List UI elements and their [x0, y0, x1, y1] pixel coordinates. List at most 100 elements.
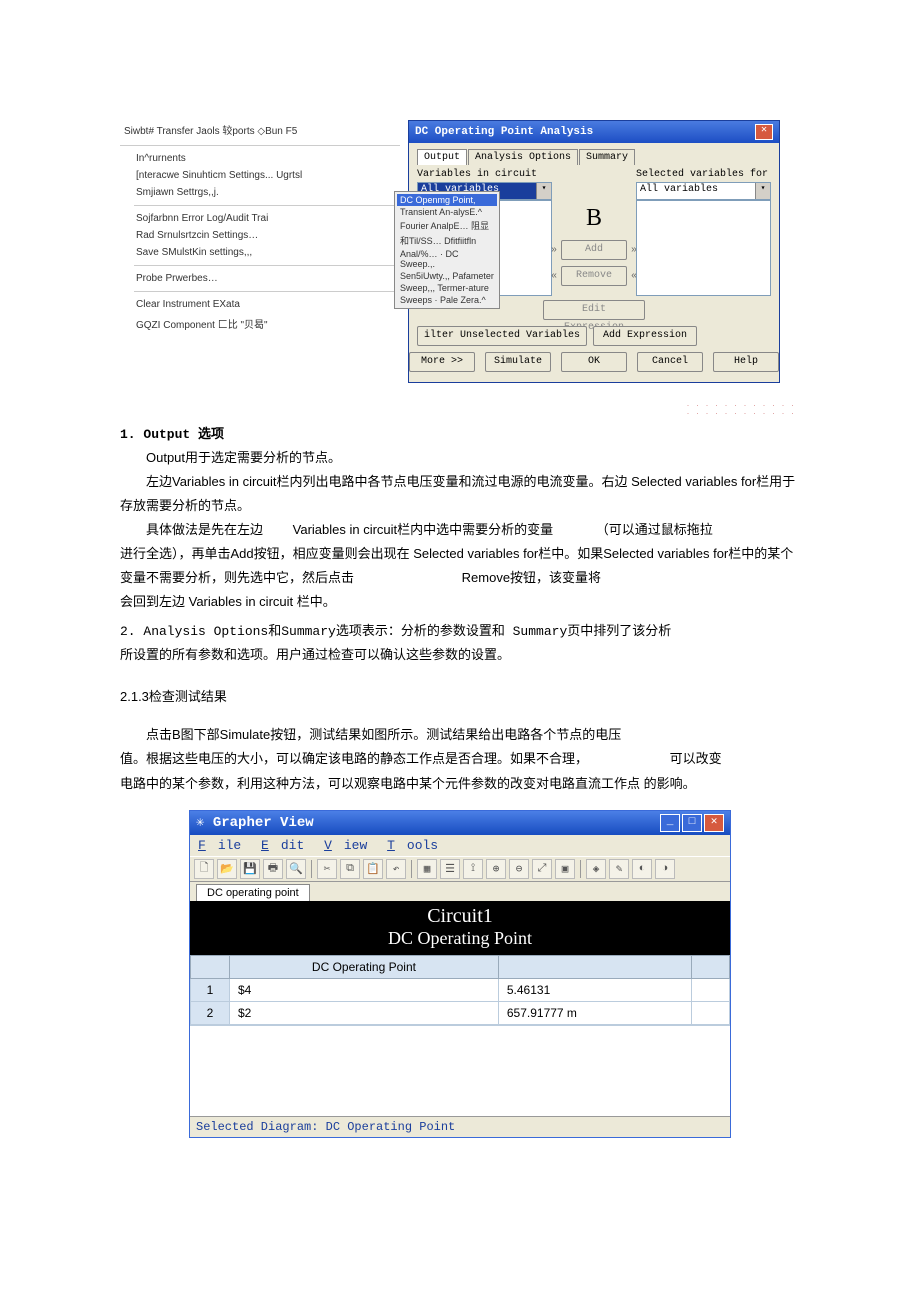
- dialog-title: DC Operating Point Analysis: [415, 126, 593, 138]
- tool-icon[interactable]: ◐: [632, 859, 652, 879]
- zoom-fit-icon[interactable]: ⤢: [532, 859, 552, 879]
- menu-view[interactable]: View: [324, 838, 367, 853]
- submenu-line: Anal/%… · DC Sweep.,.: [397, 248, 497, 270]
- paragraph: 所设置的所有参数和选项。用户通过检查可以确认这些参数的设置。: [120, 643, 800, 667]
- chevron-right-icon: »: [551, 245, 557, 256]
- close-icon[interactable]: ✕: [704, 814, 724, 832]
- col-header: [498, 955, 691, 978]
- paragraph: 左边Variables in circuit栏内列出电路中各节点电压变量和流过电…: [120, 470, 800, 518]
- menu-tools[interactable]: Tools: [387, 838, 438, 853]
- submenu-line: Transient An-alysE.^: [397, 206, 497, 218]
- paragraph: 会回到左边 Variables in circuit 栏中。: [120, 590, 800, 614]
- annotation-b: B: [586, 199, 602, 234]
- node-cell: $4: [230, 978, 499, 1001]
- help-button[interactable]: Help: [713, 352, 779, 372]
- cursor-icon[interactable]: ⟟: [463, 859, 483, 879]
- grapher-tab[interactable]: DC operating point: [196, 884, 310, 901]
- menu-edit[interactable]: Edit: [261, 838, 304, 853]
- menu-item: In^rurnents: [134, 150, 400, 167]
- grapher-window: ✳ Grapher View _ □ ✕ File Edit View Tool…: [189, 810, 731, 1138]
- menu-topline: Siwbt# Transfer Jaols 较ports ◇Bun F5: [120, 120, 400, 139]
- paragraph: 电路中的某个参数，利用这种方法，可以观察电路中某个元件参数的改变对电路直流工作点…: [120, 772, 800, 796]
- grid-icon[interactable]: ▦: [417, 859, 437, 879]
- row-number: 1: [191, 978, 230, 1001]
- tool-icon[interactable]: ◈: [586, 859, 606, 879]
- tab-output[interactable]: Output: [417, 149, 467, 165]
- add-button[interactable]: Add: [561, 240, 627, 260]
- remove-button[interactable]: Remove: [561, 266, 627, 286]
- simulate-button[interactable]: Simulate: [485, 352, 551, 372]
- menu-file[interactable]: File: [198, 838, 241, 853]
- more-button[interactable]: More >>: [409, 352, 475, 372]
- submenu-line: Fourier AnalpE… 阻显: [397, 218, 497, 233]
- new-icon[interactable]: 🗋: [194, 859, 214, 879]
- grapher-titlebar: ✳ Grapher View _ □ ✕: [190, 811, 730, 835]
- heading-213: 2.1.3检查测试结果: [120, 685, 800, 709]
- result-table: DC Operating Point 1 $4 5.46131 2 $2 657…: [190, 955, 730, 1116]
- ok-button[interactable]: OK: [561, 352, 627, 372]
- add-expression-button[interactable]: Add Expression: [593, 326, 697, 346]
- zoom-in-icon[interactable]: ⊕: [486, 859, 506, 879]
- variables-in-circuit-label: Variables in circuit: [417, 169, 552, 180]
- cancel-button[interactable]: Cancel: [637, 352, 703, 372]
- maximize-icon[interactable]: □: [682, 814, 702, 832]
- heading-output: 1. Output 选项: [120, 423, 800, 442]
- decorative-dots: · · · · · · · · · · · ·· · · · · · · · ·…: [120, 401, 800, 417]
- top-figures: Siwbt# Transfer Jaols 较ports ◇Bun F5 In^…: [120, 120, 800, 383]
- right-filter-combo[interactable]: All variables ▾: [636, 182, 771, 200]
- row-number: 2: [191, 1001, 230, 1024]
- submenu-dc-op: DC Openmg Point,: [397, 194, 497, 206]
- submenu-line: Sen5iUwty.,, Pafameter: [397, 270, 497, 282]
- filter-unselected-button[interactable]: ilter Unselected Variables: [417, 326, 587, 346]
- paste-icon[interactable]: 📋: [363, 859, 383, 879]
- dialog-titlebar: DC Operating Point Analysis ✕: [409, 121, 779, 143]
- chevron-down-icon[interactable]: ▾: [755, 183, 770, 199]
- menu-item: Sojfarbnn Error Log/Audit Trai: [134, 210, 400, 227]
- undo-icon[interactable]: ↶: [386, 859, 406, 879]
- legend-icon[interactable]: ☰: [440, 859, 460, 879]
- dialog-tabs: Output Analysis Options Summary: [417, 149, 771, 165]
- submenu-line: 和Til/SS… Dfitfiitfln: [397, 233, 497, 248]
- submenu-line: Sweep,,, Termer-ature: [397, 282, 497, 294]
- col-header: DC Operating Point: [230, 955, 499, 978]
- paragraph: 点击B图下部Simulate按钮，测试结果如图所示。测试结果给出电路各个节点的电…: [120, 723, 800, 747]
- heading-analysis-options: 2. Analysis Options和Summary选项表示：分析的参数设置和…: [120, 620, 800, 639]
- copy-icon[interactable]: ⧉: [340, 859, 360, 879]
- tool-icon[interactable]: ◑: [655, 859, 675, 879]
- menu-item: Clear Instrument EXata: [134, 296, 400, 313]
- combo-value: All variables: [637, 183, 755, 199]
- chevron-left-icon: «: [551, 271, 557, 282]
- tab-summary[interactable]: Summary: [579, 149, 635, 165]
- app-icon: ✳: [196, 815, 204, 831]
- cut-icon[interactable]: ✂: [317, 859, 337, 879]
- close-icon[interactable]: ✕: [755, 124, 773, 140]
- chevron-down-icon[interactable]: ▾: [536, 183, 551, 199]
- menu-item: Probe Prwerbes…: [134, 270, 400, 287]
- print-icon[interactable]: 🖶: [263, 859, 283, 879]
- tab-analysis-options[interactable]: Analysis Options: [468, 149, 578, 165]
- selected-listbox[interactable]: [636, 200, 771, 296]
- grapher-header-black: Circuit1 DC Operating Point: [190, 901, 730, 955]
- grapher-statusbar: Selected Diagram: DC Operating Point: [190, 1116, 730, 1137]
- node-cell: $2: [230, 1001, 499, 1024]
- table-row: 1 $4 5.46131: [191, 978, 730, 1001]
- save-icon[interactable]: 💾: [240, 859, 260, 879]
- menu-item: GQZI Component 匚比 "贝曷": [134, 313, 400, 334]
- open-icon[interactable]: 📂: [217, 859, 237, 879]
- col-header: [692, 955, 730, 978]
- grapher-title: Grapher View: [213, 815, 314, 831]
- export-icon[interactable]: ▣: [555, 859, 575, 879]
- minimize-icon[interactable]: _: [660, 814, 680, 832]
- corner-cell: [191, 955, 230, 978]
- tool-icon[interactable]: ✎: [609, 859, 629, 879]
- preview-icon[interactable]: 🔍: [286, 859, 306, 879]
- grapher-toolbar: 🗋 📂 💾 🖶 🔍 ✂ ⧉ 📋 ↶ ▦ ☰ ⟟ ⊕ ⊖ ⤢ ▣ ◈ ✎ ◐ ◑: [190, 856, 730, 882]
- analysis-name: DC Operating Point: [190, 928, 730, 949]
- zoom-out-icon[interactable]: ⊖: [509, 859, 529, 879]
- paragraph: 进行全选），再单击Add按钮，相应变量则会出现在 Selected variab…: [120, 542, 800, 590]
- paragraph: Output用于选定需要分析的节点。: [120, 446, 800, 470]
- edit-expression-button[interactable]: Edit Expression: [543, 300, 645, 320]
- menu-item: Rad Srnulsrtzcin Settings…: [134, 227, 400, 244]
- value-cell: 5.46131: [498, 978, 691, 1001]
- grapher-menubar: File Edit View Tools: [190, 835, 730, 856]
